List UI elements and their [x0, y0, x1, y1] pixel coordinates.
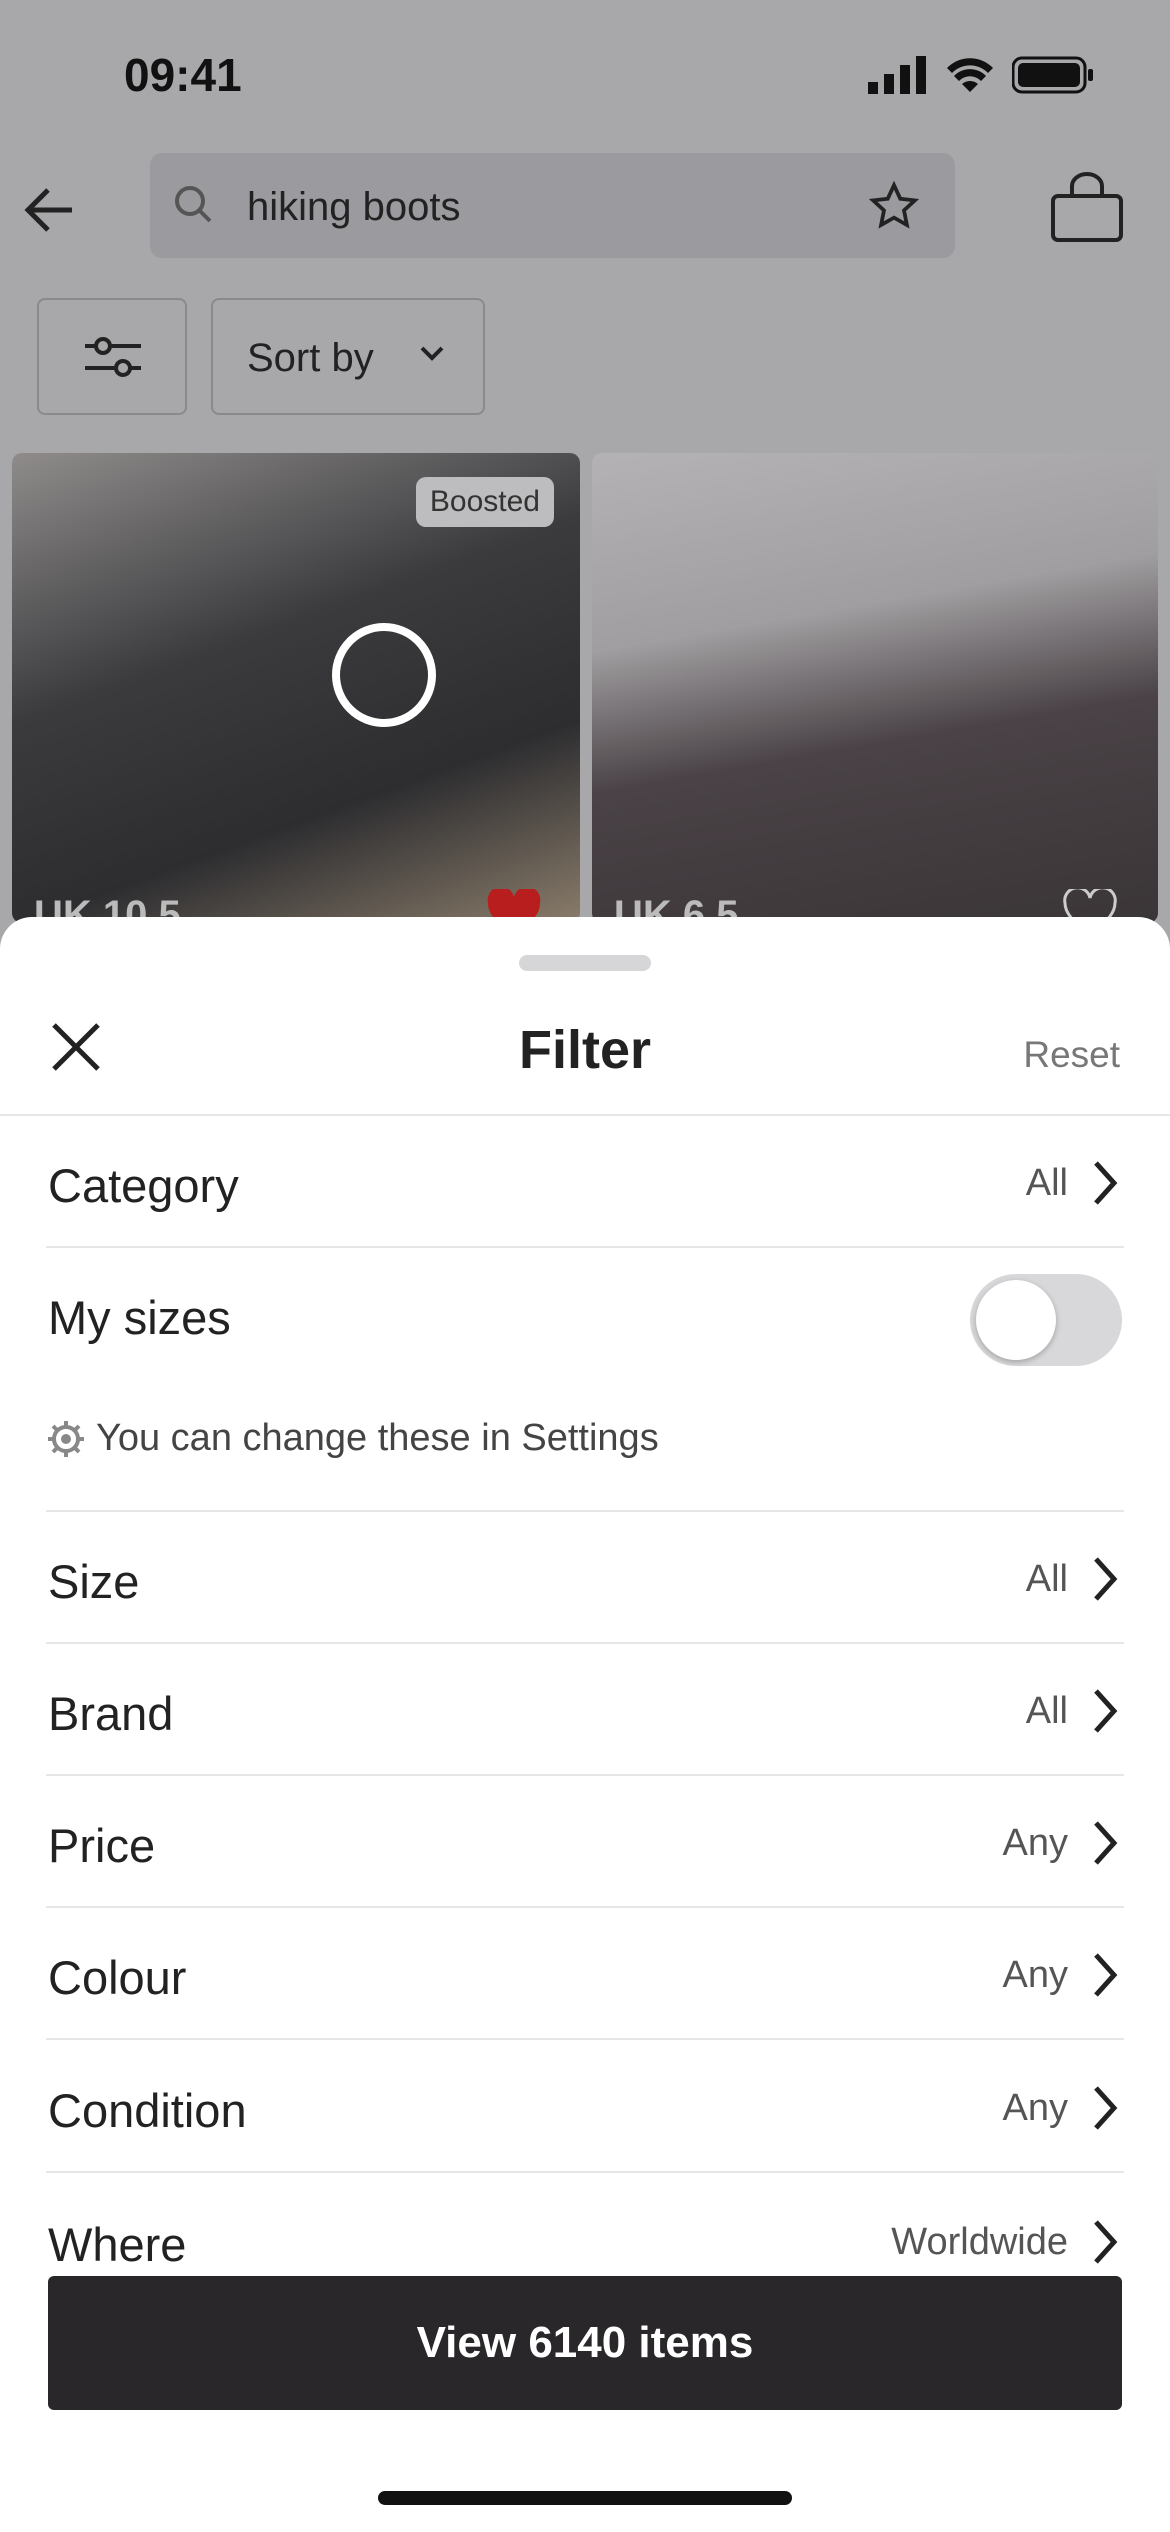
- battery-icon: [1012, 56, 1093, 94]
- search-icon: [175, 186, 212, 223]
- sheet-title: Filter: [518, 1020, 652, 1080]
- reset-button[interactable]: Reset: [1023, 1034, 1120, 1076]
- status-time: 09:41: [124, 49, 242, 101]
- sort-by-button[interactable]: Sort by: [211, 298, 485, 415]
- row-label: Category: [48, 1159, 239, 1212]
- settings-note-text: You can change these in Settings: [96, 1417, 659, 1459]
- row-value: All: [1025, 1162, 1068, 1204]
- tap-indicator: [332, 623, 436, 727]
- back-arrow-icon[interactable]: [20, 180, 80, 240]
- toggle-knob: [976, 1280, 1056, 1360]
- row-value: Any: [1002, 2087, 1068, 2129]
- wifi-icon: [947, 58, 993, 92]
- product-card[interactable]: Boosted UK 10.5: [12, 453, 580, 923]
- row-value: All: [1025, 1690, 1068, 1732]
- row-value: Any: [1002, 1954, 1068, 1996]
- filter-sheet: Filter Reset Category All My sizes You c…: [0, 917, 1170, 2532]
- signal-icon: [868, 56, 926, 94]
- row-label: Colour: [48, 1951, 187, 2004]
- star-icon[interactable]: [869, 181, 919, 231]
- filter-row-my-sizes: My sizes: [46, 1250, 1124, 1390]
- sliders-icon: [85, 337, 141, 377]
- row-value: All: [1025, 1558, 1068, 1600]
- filter-row-category[interactable]: Category All: [46, 1116, 1124, 1248]
- status-icons: [868, 56, 1094, 94]
- row-value: Worldwide: [891, 2221, 1068, 2263]
- chevron-right-icon: [1094, 1557, 1118, 1601]
- chevron-right-icon: [1094, 2086, 1118, 2130]
- filter-row-condition[interactable]: Condition Any: [46, 2041, 1124, 2173]
- row-label: Size: [48, 1555, 140, 1608]
- filter-row-size[interactable]: Size All: [46, 1512, 1124, 1644]
- search-input[interactable]: hiking boots: [150, 153, 955, 258]
- row-label: My sizes: [48, 1291, 231, 1344]
- chevron-right-icon: [1094, 1689, 1118, 1733]
- filter-row-colour[interactable]: Colour Any: [46, 1908, 1124, 2040]
- chevron-right-icon: [1094, 1161, 1118, 1205]
- my-sizes-toggle[interactable]: [970, 1274, 1122, 1366]
- view-items-button[interactable]: View 6140 items: [48, 2276, 1122, 2410]
- boosted-badge: Boosted: [415, 477, 554, 527]
- settings-note: You can change these in Settings: [46, 1417, 659, 1460]
- product-card[interactable]: UK 6.5: [592, 453, 1158, 923]
- row-label: Condition: [48, 2084, 247, 2137]
- chevron-right-icon: [1094, 1821, 1118, 1865]
- search-query: hiking boots: [247, 185, 461, 229]
- filter-row-price[interactable]: Price Any: [46, 1776, 1124, 1908]
- chevron-down-icon: [420, 346, 444, 361]
- row-value: Any: [1002, 1822, 1068, 1864]
- row-label: Where: [48, 2218, 187, 2271]
- chevron-right-icon: [1094, 1953, 1118, 1997]
- sort-label: Sort by: [247, 336, 374, 380]
- row-label: Price: [48, 1819, 156, 1872]
- gear-icon: [48, 1420, 84, 1457]
- chevron-right-icon: [1094, 2220, 1118, 2264]
- filter-row-brand[interactable]: Brand All: [46, 1644, 1124, 1776]
- sheet-handle[interactable]: [519, 955, 651, 971]
- filter-button[interactable]: [37, 298, 187, 415]
- home-indicator[interactable]: [378, 2491, 792, 2505]
- row-label: Brand: [48, 1687, 174, 1740]
- bag-icon[interactable]: [1050, 172, 1124, 244]
